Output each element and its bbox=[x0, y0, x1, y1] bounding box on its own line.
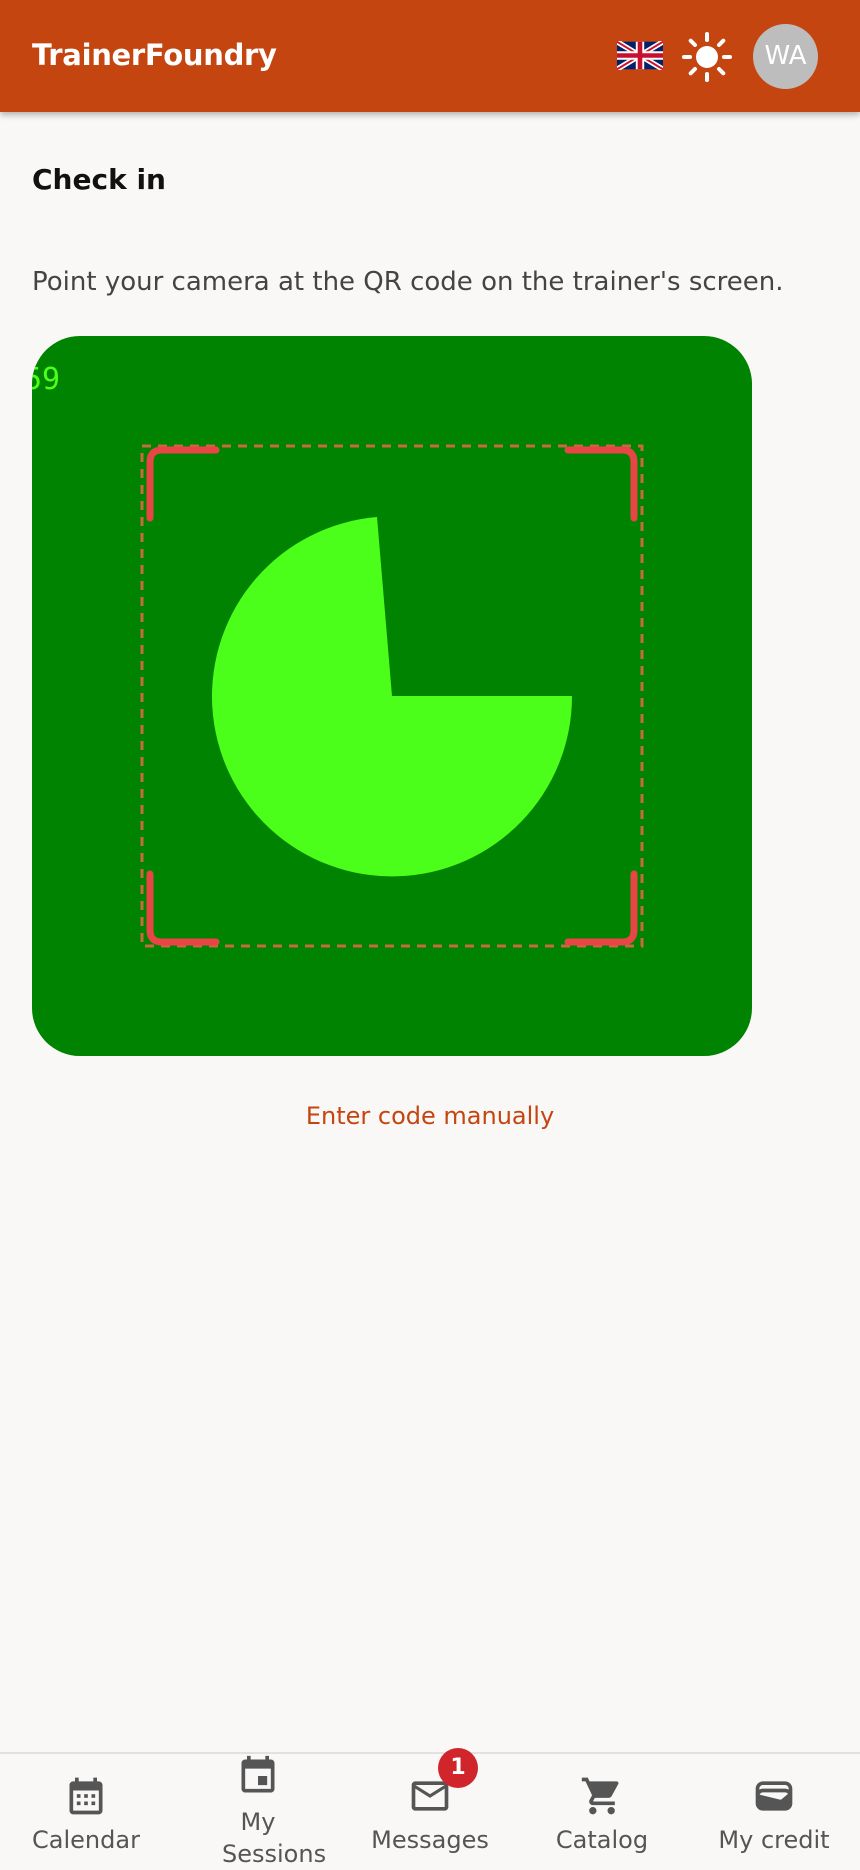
event-icon bbox=[241, 1755, 275, 1793]
nav-item-catalog[interactable]: Catalog bbox=[516, 1754, 688, 1866]
avatar[interactable]: WA bbox=[753, 24, 818, 89]
nav-item-messages[interactable]: Messages bbox=[344, 1754, 516, 1866]
cart-icon bbox=[581, 1777, 619, 1815]
instructions-text: Point your camera at the QR code on the … bbox=[32, 267, 784, 297]
enter-code-manually-link[interactable]: Enter code manually bbox=[0, 1102, 860, 1130]
top-app-bar: TrainerFoundry WA bbox=[0, 0, 860, 112]
nav-item-my-sessions[interactable]: My Sessions bbox=[172, 1754, 344, 1868]
sun-icon[interactable] bbox=[681, 31, 733, 83]
bottom-navigation: Calendar My Sessions Messages Catalog My… bbox=[0, 1752, 860, 1868]
nav-item-my-credit[interactable]: My credit bbox=[688, 1754, 860, 1866]
nav-label-my-sessions: My Sessions bbox=[222, 1808, 327, 1868]
nav-label-messages: Messages bbox=[371, 1826, 489, 1854]
scanner-viewfinder bbox=[140, 444, 644, 948]
nav-item-calendar[interactable]: Calendar bbox=[0, 1754, 172, 1866]
messages-unread-badge: 1 bbox=[438, 1748, 478, 1788]
wallet-icon bbox=[755, 1781, 793, 1811]
nav-label-my-credit: My credit bbox=[718, 1826, 830, 1854]
qr-scanner-viewport[interactable]: 59 bbox=[32, 336, 752, 1056]
calendar-icon bbox=[69, 1777, 103, 1815]
uk-flag-icon[interactable] bbox=[617, 41, 663, 70]
nav-label-catalog: Catalog bbox=[555, 1826, 649, 1854]
scan-progress-indicator bbox=[212, 517, 573, 877]
brand-title[interactable]: TrainerFoundry bbox=[32, 38, 277, 72]
nav-label-calendar: Calendar bbox=[32, 1826, 140, 1854]
page-title: Check in bbox=[32, 163, 166, 196]
